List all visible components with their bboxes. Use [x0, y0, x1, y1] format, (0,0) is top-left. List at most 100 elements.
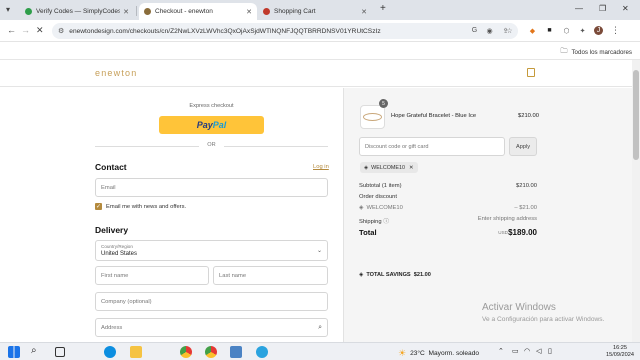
maximize-icon[interactable]: ❐ [599, 4, 606, 13]
close-icon[interactable]: ✕ [361, 8, 367, 16]
savings-value: $21.00 [413, 272, 431, 278]
search-icon[interactable]: ⌕ [31, 345, 37, 356]
remove-code-icon[interactable]: ✕ [409, 165, 414, 171]
product-price: $210.00 [518, 113, 539, 119]
close-icon[interactable]: ✕ [123, 8, 129, 16]
country-select[interactable]: Country/Region United States ⌄ [95, 240, 328, 261]
company-field[interactable]: Company (optional) [95, 292, 328, 311]
page-scrollbar[interactable] [632, 60, 640, 342]
telegram-icon[interactable] [256, 346, 268, 358]
battery-icon[interactable]: ▯ [548, 347, 552, 355]
folder-icon: 🗀 [560, 48, 568, 55]
weather-widget[interactable]: ☀ 23°C Mayorm. soleado [398, 348, 479, 359]
first-name-field[interactable]: First name [95, 266, 209, 285]
product-image [360, 105, 385, 129]
tab-search-icon[interactable]: ▾ [6, 5, 10, 14]
or-divider: OR [95, 142, 328, 150]
newsletter-checkbox[interactable]: ✓ Email me with news and offers. [95, 203, 186, 210]
task-view-icon[interactable] [55, 347, 65, 357]
tab-checkout[interactable]: Checkout - enewton ✕ [139, 3, 257, 20]
cart-favicon-icon [263, 8, 270, 15]
checkout-page: enewton Express checkout Pay Pal OR Conta… [0, 60, 632, 342]
network-icon[interactable]: ▭ [512, 347, 519, 355]
url-text: enewtondesign.com/checkouts/cn/Z2NwLXVzL… [69, 27, 381, 35]
all-bookmarks-label: Todos los marcadores [571, 49, 632, 56]
email-field[interactable]: Email [95, 178, 328, 197]
paypal-button[interactable]: Pay Pal [159, 116, 264, 134]
email-placeholder: Email [101, 184, 116, 191]
subtotal-label: Subtotal (1 item) [359, 183, 402, 189]
tag-icon: ◈ [364, 164, 369, 171]
savings-label: TOTAL SAVINGS [366, 272, 411, 278]
sun-icon: ☀ [398, 348, 407, 358]
address-field[interactable]: Address ⌕ [95, 318, 328, 337]
tab-shopping-cart[interactable]: Shopping Cart ✕ [258, 3, 372, 20]
product-name: Hope Grateful Bracelet - Blue Ice [391, 113, 477, 119]
discount-code-row: ◈ WELCOME10 – $21.00 [359, 205, 537, 214]
discount-code: WELCOME10 [366, 205, 403, 211]
discount-value: – $21.00 [514, 205, 537, 211]
extension-dark-icon[interactable]: ■ [545, 26, 554, 35]
search-icon: ⌕ [318, 323, 322, 331]
metamask-icon[interactable]: ◆ [528, 26, 537, 35]
help-icon[interactable]: ⓘ [383, 216, 389, 225]
clock[interactable]: 16:25 15/09/2024 [606, 345, 634, 359]
browser-toolbar: ← → ✕ ⚙ enewtondesign.com/checkouts/cn/Z… [0, 20, 640, 42]
stop-loading-icon[interactable]: ✕ [36, 25, 44, 36]
menu-icon[interactable]: ⋮ [611, 25, 620, 35]
close-icon[interactable]: ✕ [246, 8, 252, 16]
total-row: Total USD $189.00 [359, 228, 537, 240]
windows-start-icon[interactable] [8, 346, 20, 358]
minimize-icon[interactable]: — [575, 4, 583, 13]
shopping-bag-icon[interactable] [527, 68, 535, 77]
company-placeholder: Company (optional) [101, 298, 152, 305]
total-savings: ◈ TOTAL SAVINGS $21.00 [359, 272, 431, 278]
chrome-profile-icon[interactable] [205, 346, 217, 358]
new-tab-icon[interactable]: + [380, 3, 386, 14]
bookmarks-bar: 🗀 Todos los marcadores [0, 42, 640, 60]
scrollbar-thumb[interactable] [633, 70, 639, 160]
edge-icon[interactable] [104, 346, 116, 358]
tray-chevron-icon[interactable]: ⌃ [498, 347, 504, 355]
weather-text: Mayorm. soleado [428, 350, 480, 357]
volume-icon[interactable]: ◁ [536, 347, 541, 355]
shield-check-icon [25, 8, 32, 15]
newsletter-label: Email me with news and offers. [106, 203, 187, 210]
extension-icon[interactable]: ⬡ [562, 26, 571, 35]
tag-icon: ◈ [359, 205, 364, 211]
address-placeholder: Address [101, 324, 123, 331]
address-bar[interactable]: ⚙ enewtondesign.com/checkouts/cn/Z2NwLXV… [52, 23, 518, 39]
translate-icon[interactable]: G [470, 26, 479, 35]
applied-code-label: WELCOME10 [371, 164, 406, 171]
shipping-value: Enter shipping address [477, 216, 537, 222]
site-info-icon[interactable]: ⚙ [58, 27, 64, 35]
tab-verify-codes[interactable]: Verify Codes — SimplyCodes ✕ [20, 3, 134, 20]
file-explorer-icon[interactable] [130, 346, 142, 358]
forward-icon[interactable]: → [21, 25, 30, 35]
subtotal-row: Subtotal (1 item) $210.00 [359, 183, 537, 192]
weather-temp: 23°C [410, 350, 425, 357]
login-link[interactable]: Log in [313, 164, 329, 170]
apply-button[interactable]: Apply [509, 137, 537, 156]
app-icon[interactable] [230, 346, 242, 358]
chrome-icon[interactable] [180, 346, 192, 358]
wifi-icon[interactable]: ◠ [524, 347, 530, 355]
last-name-field[interactable]: Last name [213, 266, 328, 285]
all-bookmarks-button[interactable]: 🗀 Todos los marcadores [560, 47, 632, 58]
close-window-icon[interactable]: ✕ [622, 4, 629, 13]
discount-code-input[interactable]: Discount code or gift card [359, 137, 505, 156]
store-header: enewton [0, 60, 632, 87]
checkbox-checked-icon[interactable]: ✓ [95, 203, 102, 210]
windows-taskbar: ⌕ ☀ 23°C Mayorm. soleado ⌃ ▭ ◠ ◁ ▯ 16:25… [0, 342, 640, 360]
puzzle-icon[interactable]: ✦ [578, 26, 587, 35]
eye-slash-icon[interactable]: ◉ [485, 26, 494, 35]
store-logo[interactable]: enewton [95, 68, 137, 78]
clock-date: 15/09/2024 [606, 352, 634, 358]
subtotal-value: $210.00 [516, 183, 537, 189]
bookmark-star-icon[interactable]: ☆ [505, 26, 514, 35]
back-icon[interactable]: ← [7, 25, 16, 35]
tab-title: Shopping Cart [274, 8, 316, 15]
country-label: Country/Region [101, 244, 133, 249]
total-currency: USD [498, 230, 508, 235]
avatar[interactable]: J [594, 26, 603, 35]
